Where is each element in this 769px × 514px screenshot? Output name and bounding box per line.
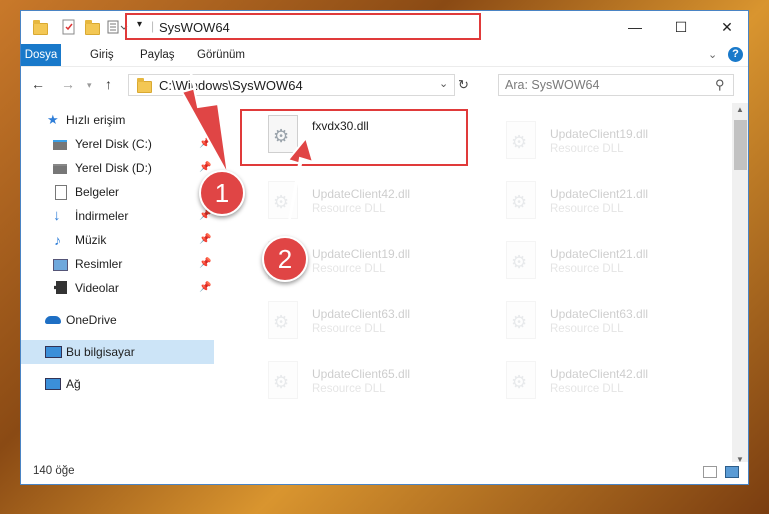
arrow-2 [285, 135, 315, 239]
step-1-badge: 1 [199, 170, 245, 216]
annotation-arrows [180, 69, 315, 239]
arrow-1 [180, 69, 229, 176]
step-2-badge: 2 [262, 236, 308, 282]
